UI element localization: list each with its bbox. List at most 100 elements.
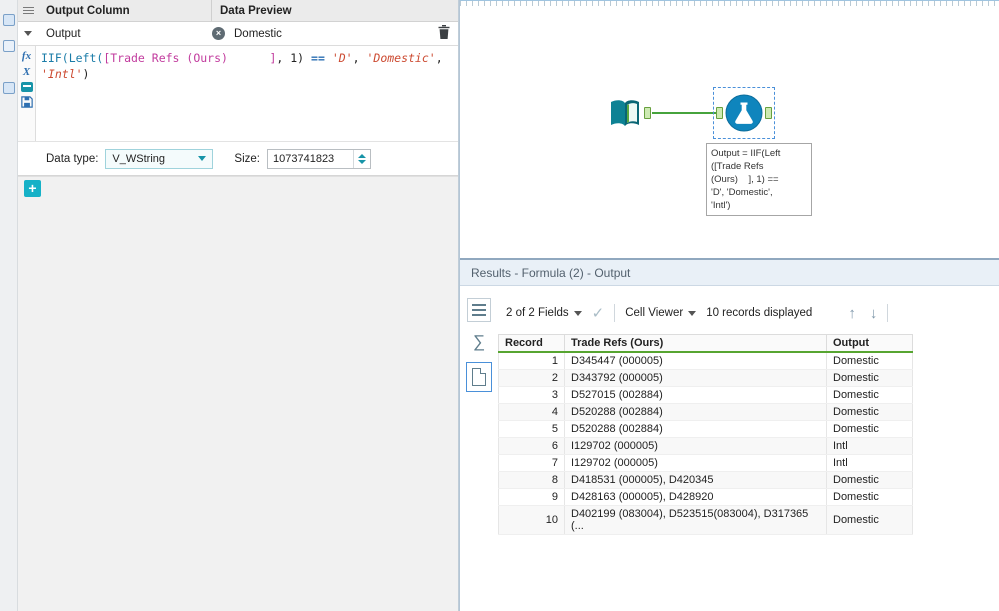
table-cell[interactable]: 6	[498, 437, 565, 455]
size-spinner[interactable]	[353, 149, 370, 168]
table-cell[interactable]: D520288 (002884)	[564, 403, 827, 421]
data-type-dropdown[interactable]: V_WString	[105, 148, 214, 169]
formula-tool-icon	[724, 94, 764, 136]
data-view-toggle[interactable]	[466, 362, 492, 392]
table-row[interactable]: 8 D418531 (000005), D420345 Domestic	[498, 471, 913, 489]
app-window: Output Column Data Preview Output × Dome…	[0, 0, 999, 611]
dock-options-icon[interactable]	[2, 82, 15, 94]
workflow-canvas[interactable]: Output = IIF(Left ([Trade Refs (Ours) ], 1…	[460, 0, 999, 258]
table-cell[interactable]: 10	[498, 505, 565, 535]
table-row[interactable]: 3 D527015 (002884) Domestic	[498, 386, 913, 404]
column-header[interactable]: Record	[498, 334, 565, 353]
table-cell[interactable]: Intl	[826, 437, 913, 455]
table-cell[interactable]: Domestic	[826, 505, 913, 535]
table-cell[interactable]: Domestic	[826, 369, 913, 387]
column-options-icon[interactable]	[467, 298, 491, 322]
table-cell[interactable]: 1	[498, 352, 565, 370]
editor-gutter: fx X	[18, 46, 36, 141]
input-output-anchor[interactable]	[644, 107, 651, 119]
save-expression-icon[interactable]	[20, 96, 33, 111]
table-cell[interactable]: D343792 (000005)	[564, 369, 827, 387]
table-row[interactable]: 6 I129702 (000005) Intl	[498, 437, 913, 455]
table-cell[interactable]: 5	[498, 420, 565, 438]
table-cell[interactable]: D520288 (002884)	[564, 420, 827, 438]
expression-row: Output × Domestic	[18, 22, 458, 46]
table-cell[interactable]: D428163 (000005), D428920	[564, 488, 827, 506]
formula-output-anchor[interactable]	[765, 107, 772, 119]
table-cell[interactable]: Domestic	[826, 352, 913, 370]
results-panel: Results - Formula (2) - Output ∑ 2 of 2 …	[460, 258, 999, 611]
table-cell[interactable]: D402199 (083004), D523515(083004), D3173…	[564, 505, 827, 535]
spinner-up-icon[interactable]	[358, 153, 366, 158]
table-cell[interactable]: 3	[498, 386, 565, 404]
table-row[interactable]: 1 D345447 (000005) Domestic	[498, 352, 913, 370]
fields-dropdown[interactable]: 2 of 2 Fields	[506, 307, 582, 319]
table-row[interactable]: 5 D520288 (002884) Domestic	[498, 420, 913, 438]
input-data-tool-icon	[607, 100, 643, 135]
column-header[interactable]: Output	[826, 334, 913, 353]
cell-viewer-dropdown[interactable]: Cell Viewer	[625, 307, 697, 319]
pin-panel-icon[interactable]	[2, 40, 15, 52]
scroll-top-icon[interactable]: ↑	[848, 305, 856, 322]
table-cell[interactable]: 7	[498, 454, 565, 472]
metadata-view-icon[interactable]: ∑	[473, 332, 485, 352]
results-title: Results - Formula (2) - Output	[460, 260, 999, 286]
table-cell[interactable]: 2	[498, 369, 565, 387]
table-row[interactable]: 10 D402199 (083004), D523515(083004), D31…	[498, 505, 913, 535]
data-type-value: V_WString	[112, 152, 165, 165]
table-row[interactable]: 4 D520288 (002884) Domestic	[498, 403, 913, 421]
output-name-field[interactable]: Output	[38, 28, 212, 40]
formula-input-anchor[interactable]	[716, 107, 723, 119]
config-panel-fill: +	[18, 176, 458, 611]
dropdown-caret-icon	[198, 156, 207, 161]
expression-code[interactable]: IIF(Left([Trade Refs (Ours) ], 1) == 'D'…	[36, 46, 458, 141]
collapse-chevron-icon[interactable]	[18, 31, 38, 36]
table-cell[interactable]: 9	[498, 488, 565, 506]
records-displayed-label: 10 records displayed	[706, 307, 813, 319]
variables-icon[interactable]: X	[23, 66, 30, 78]
size-input[interactable]: 1073741823	[267, 148, 371, 169]
table-cell[interactable]: 4	[498, 403, 565, 421]
toolbar-separator	[887, 304, 889, 322]
formula-tool[interactable]	[724, 93, 764, 133]
spinner-down-icon[interactable]	[358, 159, 366, 164]
expression-editor[interactable]: fx X IIF(Left([Trade Refs (Ours) ], 1) =…	[18, 46, 458, 142]
table-cell[interactable]: Domestic	[826, 488, 913, 506]
table-header-row: Record Trade Refs (Ours) Output	[498, 334, 913, 353]
scroll-bottom-icon[interactable]: ↓	[870, 305, 878, 322]
input-data-tool[interactable]	[607, 96, 643, 132]
tool-annotation[interactable]: Output = IIF(Left ([Trade Refs (Ours) ], 1…	[706, 143, 812, 216]
table-cell[interactable]: Domestic	[826, 386, 913, 404]
size-label: Size:	[234, 152, 260, 165]
size-value: 1073741823	[273, 152, 335, 165]
table-cell[interactable]: Domestic	[826, 403, 913, 421]
column-header[interactable]: Trade Refs (Ours)	[564, 334, 827, 353]
formula-config-panel: Output Column Data Preview Output × Dome…	[18, 0, 459, 611]
results-view-toggles: ∑	[460, 298, 498, 535]
apply-check-icon[interactable]: ✓	[592, 304, 605, 322]
table-cell[interactable]: Domestic	[826, 471, 913, 489]
trash-icon	[438, 25, 450, 42]
canvas-ruler	[460, 1, 999, 6]
saved-expressions-icon[interactable]	[20, 82, 33, 92]
row-grip-icon[interactable]	[18, 0, 38, 21]
delete-expression-button[interactable]	[430, 25, 458, 42]
add-expression-button[interactable]: +	[24, 180, 41, 197]
table-row[interactable]: 7 I129702 (000005) Intl	[498, 454, 913, 472]
table-cell[interactable]: Intl	[826, 454, 913, 472]
table-cell[interactable]: I129702 (000005)	[564, 437, 827, 455]
table-cell[interactable]: 8	[498, 471, 565, 489]
table-row[interactable]: 2 D343792 (000005) Domestic	[498, 369, 913, 387]
table-cell[interactable]: D527015 (002884)	[564, 386, 827, 404]
table-row[interactable]: 9 D428163 (000005), D428920 Domestic	[498, 488, 913, 506]
table-cell[interactable]: Domestic	[826, 420, 913, 438]
table-cell[interactable]: D418531 (000005), D420345	[564, 471, 827, 489]
functions-icon[interactable]: fx	[22, 50, 31, 62]
data-type-row: Data type: V_WString Size: 1073741823	[18, 142, 458, 176]
results-table[interactable]: Record Trade Refs (Ours) Output 1 D345447 (…	[498, 334, 913, 535]
clear-field-icon[interactable]: ×	[212, 27, 225, 40]
left-dock-strip	[0, 0, 18, 611]
panel-toggle-icon[interactable]	[2, 14, 15, 26]
table-cell[interactable]: I129702 (000005)	[564, 454, 827, 472]
table-cell[interactable]: D345447 (000005)	[564, 352, 827, 370]
